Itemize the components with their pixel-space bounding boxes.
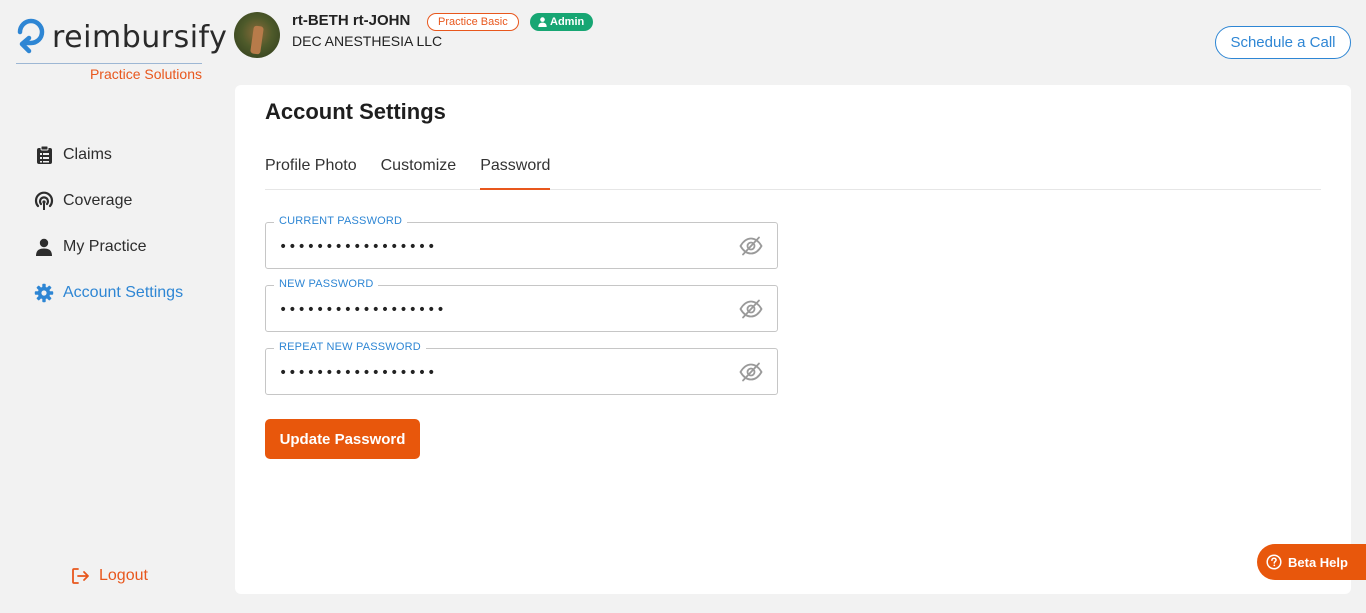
repeat-new-password-field[interactable]: REPEAT NEW PASSWORD: [265, 341, 778, 395]
sidebar-item-coverage[interactable]: Coverage: [34, 178, 224, 224]
current-password-label: CURRENT PASSWORD: [274, 215, 408, 227]
logout-label: Logout: [99, 567, 148, 584]
organization-name: DEC ANESTHESIA LLC: [292, 33, 443, 49]
brand-logo[interactable]: reimbursify Practice Solutions: [14, 8, 227, 84]
user-icon: [34, 237, 54, 257]
current-password-input[interactable]: [279, 237, 729, 257]
tab-password[interactable]: Password: [480, 155, 551, 190]
current-password-field[interactable]: CURRENT PASSWORD: [265, 215, 778, 269]
beta-help-label: Beta Help: [1288, 554, 1348, 570]
sidebar-item-label: Account Settings: [63, 284, 184, 301]
plan-badge: Practice Basic: [427, 13, 519, 31]
account-settings-card: Account Settings Profile Photo Customize…: [235, 85, 1351, 594]
sidebar-item-my-practice[interactable]: My Practice: [34, 224, 224, 270]
role-badge-label: Admin: [550, 16, 585, 28]
beta-help-button[interactable]: Beta Help: [1257, 544, 1366, 580]
avatar[interactable]: [234, 12, 280, 58]
new-password-input[interactable]: [279, 300, 729, 320]
repeat-new-password-input[interactable]: [279, 363, 729, 383]
tab-profile-photo[interactable]: Profile Photo: [265, 155, 357, 190]
sidebar-item-claims[interactable]: Claims: [34, 132, 224, 178]
clipboard-icon: [34, 145, 54, 165]
sidebar-item-label: My Practice: [63, 238, 147, 255]
tab-customize[interactable]: Customize: [381, 155, 457, 190]
sidebar-nav: Claims Coverage My Practice Account Sett…: [34, 132, 224, 316]
page-title: Account Settings: [265, 99, 446, 124]
new-password-field[interactable]: NEW PASSWORD: [265, 278, 778, 332]
user-name: rt-BETH rt-JOHN: [292, 12, 411, 29]
coverage-icon: [34, 191, 54, 211]
eye-slash-icon[interactable]: [739, 362, 763, 382]
logo-divider: [16, 63, 202, 64]
sidebar-item-label: Coverage: [63, 192, 133, 209]
brand-name: reimbursify: [52, 20, 228, 55]
new-password-label: NEW PASSWORD: [274, 278, 379, 290]
update-password-button[interactable]: Update Password: [265, 419, 420, 459]
user-icon: [538, 17, 547, 27]
logo-mark-icon: [17, 18, 45, 54]
repeat-new-password-label: REPEAT NEW PASSWORD: [274, 341, 426, 353]
brand-subtitle: Practice Solutions: [89, 66, 202, 82]
logout-icon: [71, 566, 91, 586]
eye-slash-icon[interactable]: [739, 236, 763, 256]
question-circle-icon: [1266, 554, 1282, 570]
logout-button[interactable]: Logout: [71, 566, 148, 586]
settings-tabs: Profile Photo Customize Password: [265, 155, 1321, 190]
eye-slash-icon[interactable]: [739, 299, 763, 319]
role-badge: Admin: [530, 13, 594, 31]
gear-icon: [34, 283, 54, 303]
sidebar-item-label: Claims: [63, 146, 112, 163]
schedule-call-button[interactable]: Schedule a Call: [1215, 26, 1351, 59]
sidebar-item-account-settings[interactable]: Account Settings: [34, 270, 224, 316]
